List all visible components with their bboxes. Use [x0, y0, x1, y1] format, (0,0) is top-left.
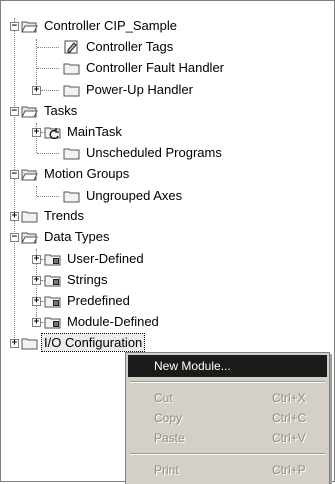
tree-node-controller-tags[interactable]: Controller Tags [63, 36, 175, 57]
tree-node-trends[interactable]: Trends [21, 205, 86, 226]
tree-node-tasks[interactable]: Tasks [21, 100, 79, 121]
tree-node-label: Predefined [67, 293, 130, 308]
tree-node-label: I/O Configuration [40, 333, 146, 352]
expand-toggle[interactable]: + [32, 86, 41, 95]
tree-node-label: Motion Groups [44, 166, 130, 181]
tree-connector [36, 186, 37, 196]
controller-organizer-panel: − Controller CIP_Sample Controller Tags … [0, 0, 335, 484]
tree-node-label: Trends [44, 208, 84, 223]
menu-item-shortcut: Ctrl+X [272, 391, 306, 405]
menu-item-paste[interactable]: Paste Ctrl+V [126, 427, 329, 449]
data-type-folder-icon [44, 254, 61, 265]
expand-toggle[interactable]: + [32, 255, 41, 264]
expand-toggle[interactable]: + [32, 276, 41, 285]
expand-toggle[interactable]: + [32, 128, 41, 137]
tree-connector [37, 196, 59, 197]
open-folder-icon [21, 21, 38, 32]
tree-node-predefined[interactable]: Predefined [44, 290, 132, 311]
tree-node-label: Ungrouped Axes [86, 188, 183, 203]
expand-toggle[interactable]: + [32, 318, 41, 327]
collapse-toggle[interactable]: − [10, 107, 19, 116]
tree-node-controller[interactable]: Controller CIP_Sample [21, 15, 179, 36]
tree-node-motion-groups[interactable]: Motion Groups [21, 163, 131, 184]
tree-connector [37, 68, 59, 69]
tree-node-controller-fault-handler[interactable]: Controller Fault Handler [63, 57, 226, 78]
expand-toggle[interactable]: + [10, 339, 19, 348]
tree-node-main-task[interactable]: MainTask [44, 121, 124, 142]
menu-item-cut[interactable]: Cut Ctrl+X [126, 387, 329, 409]
tree-node-label: Data Types [44, 229, 110, 244]
menu-separator [130, 381, 325, 383]
tree-node-label: Tasks [44, 103, 78, 118]
folder-icon [63, 63, 80, 74]
tree-node-data-types[interactable]: Data Types [21, 226, 112, 247]
menu-item-shortcut: Ctrl+P [272, 463, 306, 477]
tree-node-module-defined[interactable]: Module-Defined [44, 311, 161, 332]
tree-node-label: Controller Fault Handler [86, 60, 225, 75]
menu-item-label: Copy [154, 411, 183, 425]
collapse-toggle[interactable]: − [10, 233, 19, 242]
tree-node-label: User-Defined [67, 251, 144, 266]
tree-node-strings[interactable]: Strings [44, 269, 109, 290]
data-type-folder-icon [44, 275, 61, 286]
data-type-folder-icon [44, 317, 61, 328]
folder-icon [63, 148, 80, 159]
folder-icon [21, 211, 38, 222]
menu-item-label: Paste [154, 431, 185, 445]
expand-toggle[interactable]: + [32, 297, 41, 306]
tree-node-label: Unscheduled Programs [86, 145, 222, 160]
tree-connector [37, 47, 59, 48]
tree-node-unscheduled-programs[interactable]: Unscheduled Programs [63, 142, 224, 163]
menu-item-print[interactable]: Print Ctrl+P [126, 459, 329, 481]
task-icon [44, 127, 61, 139]
menu-item-label: Cut [154, 391, 173, 405]
tree-node-label: Power-Up Handler [86, 82, 193, 97]
menu-separator [130, 453, 325, 455]
tree-node-user-defined[interactable]: User-Defined [44, 248, 146, 269]
tree-connector [14, 18, 15, 348]
menu-item-label: New Module... [154, 359, 231, 373]
menu-item-new-module[interactable]: New Module... [128, 355, 327, 377]
tree-node-io-configuration[interactable]: I/O Configuration [21, 332, 146, 353]
open-folder-icon [21, 106, 38, 117]
open-folder-icon [21, 232, 38, 243]
menu-item-copy[interactable]: Copy Ctrl+C [126, 407, 329, 429]
tag-editor-icon [64, 40, 78, 53]
tree-node-label: MainTask [67, 124, 122, 139]
collapse-toggle[interactable]: − [10, 22, 19, 31]
tree-node-label: Controller CIP_Sample [44, 18, 177, 33]
tree-node-label: Controller Tags [86, 39, 174, 54]
menu-item-label: Print [154, 463, 179, 477]
collapse-toggle[interactable]: − [10, 170, 19, 179]
tree-node-label: Module-Defined [67, 314, 159, 329]
context-menu: New Module... Cut Ctrl+X Copy Ctrl+C Pas… [125, 352, 330, 484]
open-folder-icon [21, 169, 38, 180]
folder-icon [63, 85, 80, 96]
expand-toggle[interactable]: + [10, 212, 19, 221]
menu-item-shortcut: Ctrl+C [272, 411, 307, 425]
tree-connector [37, 153, 59, 154]
tree-node-power-up-handler[interactable]: Power-Up Handler [63, 79, 195, 100]
folder-icon [63, 191, 80, 202]
tree-connector [41, 90, 59, 91]
folder-icon [21, 338, 38, 349]
data-type-folder-icon [44, 296, 61, 307]
tree-node-label: Strings [67, 272, 108, 287]
menu-item-shortcut: Ctrl+V [272, 431, 306, 445]
tree-node-ungrouped-axes[interactable]: Ungrouped Axes [63, 185, 184, 206]
